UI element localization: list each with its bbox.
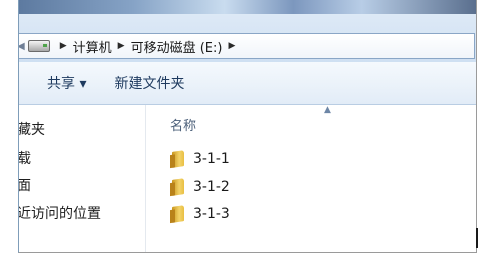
file-list: ▲ 名称 3-1-1 3-1-2 3-1-3 [146,105,476,252]
removable-drive-icon [27,40,50,52]
column-header-name[interactable]: 名称 [170,115,196,134]
breadcrumb-removable-disk[interactable]: 可移动磁盘 (E:) [131,37,223,56]
folder-icon [172,205,184,223]
list-item[interactable]: 3-1-1 [172,150,230,168]
file-name: 3-1-2 [193,179,230,195]
nav-item-desktop[interactable]: 面 [19,175,31,195]
folder-icon [172,178,184,196]
address-row: ◀ ▶ 计算机 ▶ 可移动磁盘 (E:) ▶ [19,14,476,62]
share-button[interactable]: 共享 ▾ [47,73,86,93]
sort-ascending-icon: ▲ [324,105,331,115]
nav-item-recent-places[interactable]: 近访问的位置 [19,203,101,223]
navigation-pane: 藏夹 载 面 近访问的位置 [19,105,146,252]
list-item[interactable]: 3-1-2 [172,178,230,196]
list-item[interactable]: 3-1-3 [172,205,230,223]
command-bar: 共享 ▾ 新建文件夹 [19,62,476,105]
file-name: 3-1-1 [193,151,230,167]
resize-grip-icon[interactable] [476,228,478,248]
chevron-left-icon[interactable]: ◀ [19,41,25,52]
explorer-window: ◀ ▶ 计算机 ▶ 可移动磁盘 (E:) ▶ 共享 ▾ 新建文件夹 藏夹 载 面… [18,0,477,253]
folder-icon [172,150,184,168]
breadcrumb-separator-icon[interactable]: ▶ [118,41,125,51]
breadcrumb-computer[interactable]: 计算机 [73,37,112,56]
title-bar [19,0,476,14]
breadcrumb-separator-icon[interactable]: ▶ [60,41,67,51]
nav-item-downloads[interactable]: 载 [19,148,31,168]
nav-item-favorites[interactable]: 藏夹 [19,119,45,139]
address-bar[interactable]: ◀ ▶ 计算机 ▶ 可移动磁盘 (E:) ▶ [19,33,475,59]
new-folder-button[interactable]: 新建文件夹 [114,73,184,93]
breadcrumb-separator-icon[interactable]: ▶ [228,41,235,51]
file-name: 3-1-3 [193,206,230,222]
